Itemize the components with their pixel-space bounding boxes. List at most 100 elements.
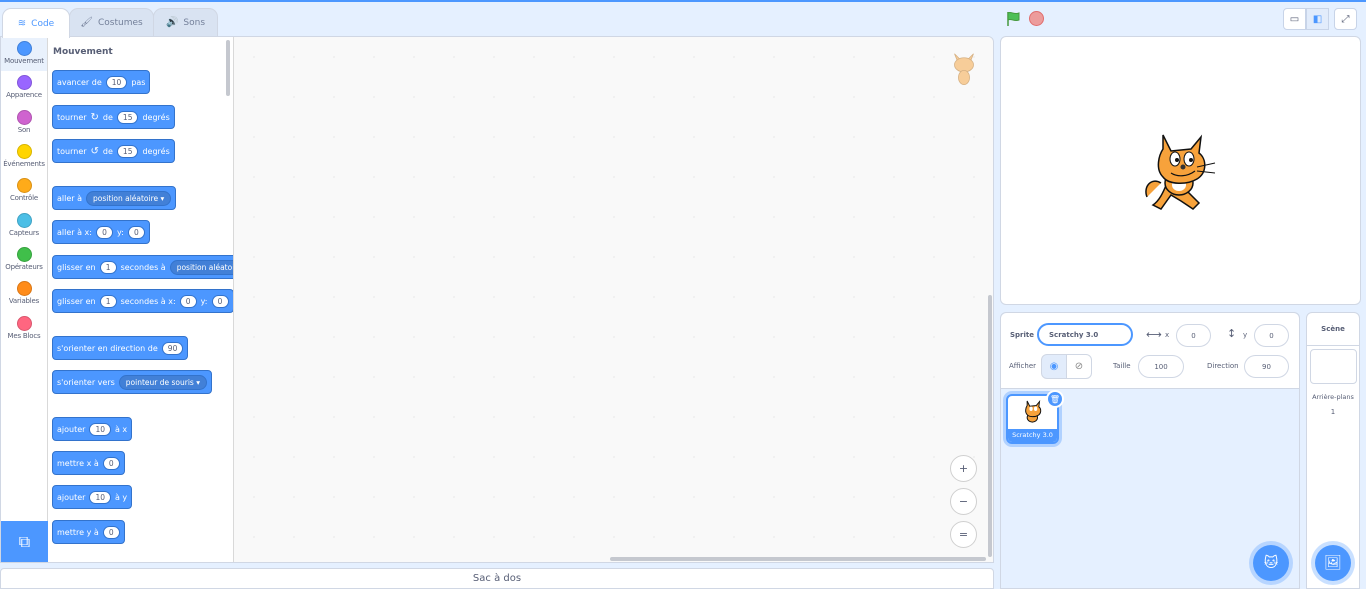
fullscreen-icon: ⤢ xyxy=(1341,13,1350,25)
trash-icon: 🗑 xyxy=(1049,394,1061,404)
block-dropdown[interactable]: position aléatoire ▾ xyxy=(86,190,172,206)
block-set-x[interactable]: mettre x à 0 xyxy=(52,451,125,475)
small-stage-button[interactable]: ▭ xyxy=(1283,8,1306,30)
add-sprite-button[interactable]: 🐱 xyxy=(1253,545,1289,581)
image-add-icon: 🖼 xyxy=(1324,555,1342,571)
sprite-name-input[interactable]: Scratchy 3.0 xyxy=(1037,323,1133,346)
category-dot xyxy=(16,213,32,228)
small-stage-icon: ▭ xyxy=(1289,13,1300,25)
category-sensing[interactable]: Capteurs xyxy=(1,209,47,243)
block-goto-xy[interactable]: aller à x: 0 y: 0 xyxy=(52,220,150,244)
green-flag-button[interactable] xyxy=(1005,11,1021,27)
block-change-x[interactable]: ajouter 10 à x xyxy=(52,417,133,441)
category-my-blocks[interactable]: Mes Blocs xyxy=(1,312,47,346)
category-dot xyxy=(16,41,32,56)
block-dropdown[interactable]: position aléatoire xyxy=(169,259,233,275)
block-point-towards[interactable]: s'orienter vers pointeur de souris ▾ xyxy=(52,370,212,394)
block-turn-left[interactable]: tourner ↺ de 15 degrés xyxy=(52,139,175,163)
hide-button[interactable]: ⊘ xyxy=(1066,354,1092,379)
zoom-reset-button[interactable]: = xyxy=(950,521,977,548)
block-glide[interactable]: glisser en 1 secondes à position aléatoi… xyxy=(52,255,233,279)
zoom-in-icon: + xyxy=(958,462,969,475)
block-input[interactable]: 1 xyxy=(99,260,117,274)
block-input[interactable]: 90 xyxy=(161,341,184,355)
category-operators[interactable]: Opérateurs xyxy=(1,243,47,277)
visibility-toggle: ◉ ⊘ xyxy=(1041,354,1092,379)
sprite-tile-name: Scratchy 3.0 xyxy=(1008,429,1057,442)
normal-stage-icon: ◧ xyxy=(1312,13,1323,25)
code-editor: Mouvement Apparence Son Événements Contr… xyxy=(0,36,994,563)
tab-code[interactable]: ≋ Code xyxy=(2,8,70,38)
speaker-icon: 🔊 xyxy=(165,17,179,28)
block-input[interactable]: 15 xyxy=(116,144,139,158)
category-dot xyxy=(16,110,32,125)
workspace-vertical-scrollbar[interactable] xyxy=(988,295,992,557)
category-sound[interactable]: Son xyxy=(1,106,47,140)
zoom-out-icon: − xyxy=(958,495,969,508)
zoom-out-button[interactable]: − xyxy=(950,488,977,515)
workspace-horizontal-scrollbar[interactable] xyxy=(610,557,986,561)
y-position-input[interactable]: 0 xyxy=(1254,324,1289,347)
zoom-in-button[interactable]: + xyxy=(950,455,977,482)
show-label: Afficher xyxy=(1009,362,1037,370)
block-input[interactable]: 0 xyxy=(179,294,197,308)
eye-icon: ◉ xyxy=(1049,361,1059,372)
block-change-y[interactable]: ajouter 10 à y xyxy=(52,485,133,509)
tab-sounds[interactable]: 🔊 Sons xyxy=(153,8,218,36)
direction-input[interactable]: 90 xyxy=(1244,355,1289,378)
cat-thumbnail xyxy=(1025,400,1042,423)
delete-sprite-button[interactable]: 🗑 xyxy=(1046,390,1064,408)
x-label: x xyxy=(1165,331,1170,339)
block-dropdown[interactable]: pointeur de souris ▾ xyxy=(118,374,207,390)
code-icon: ≋ xyxy=(17,18,27,29)
category-motion[interactable]: Mouvement xyxy=(1,37,47,71)
y-label: y xyxy=(1243,331,1248,339)
backdrops-count: 1 xyxy=(1330,408,1336,416)
category-events[interactable]: Événements xyxy=(1,140,47,174)
block-input[interactable]: 10 xyxy=(105,75,128,89)
block-input[interactable]: 15 xyxy=(116,110,139,124)
block-palette: Mouvement avancer de 10 pas tourner ↻ de… xyxy=(48,37,234,562)
fullscreen-button[interactable]: ⤢ xyxy=(1334,8,1357,30)
category-dot xyxy=(16,144,32,159)
brush-icon: 🖌 xyxy=(80,17,93,28)
stage-canvas[interactable] xyxy=(1000,36,1361,305)
tab-costumes[interactable]: 🖌 Costumes xyxy=(69,8,154,36)
block-input[interactable]: 0 xyxy=(127,225,145,239)
category-variables[interactable]: Variables xyxy=(1,277,47,311)
cat-add-icon: 🐱 xyxy=(1263,555,1279,571)
size-input[interactable]: 100 xyxy=(1138,355,1184,378)
category-control[interactable]: Contrôle xyxy=(1,174,47,208)
category-dot xyxy=(16,316,32,331)
palette-scrollbar[interactable] xyxy=(226,40,230,96)
stage-thumbnail xyxy=(1310,349,1357,384)
add-extension-button[interactable]: ⧉ xyxy=(1,521,48,562)
script-workspace[interactable]: + − = xyxy=(234,37,993,562)
block-input[interactable]: 0 xyxy=(95,225,113,239)
normal-stage-button[interactable]: ◧ xyxy=(1306,8,1329,30)
block-glide-xy[interactable]: glisser en 1 secondes à x: 0 y: 0 xyxy=(52,289,233,313)
block-point-direction[interactable]: s'orienter en direction de 90 xyxy=(52,336,189,360)
block-set-y[interactable]: mettre y à 0 xyxy=(52,520,125,544)
block-goto[interactable]: aller à position aléatoire ▾ xyxy=(52,186,177,210)
cat-sprite[interactable] xyxy=(1141,131,1221,213)
size-label: Taille xyxy=(1113,362,1131,370)
backpack-bar[interactable]: Sac à dos xyxy=(0,568,994,589)
stop-button[interactable] xyxy=(1029,11,1044,26)
block-input[interactable]: 10 xyxy=(89,490,111,504)
backdrops-label: Arrière-plans xyxy=(1312,393,1354,401)
show-button[interactable]: ◉ xyxy=(1041,354,1067,379)
block-input[interactable]: 1 xyxy=(99,294,117,308)
block-input[interactable]: 0 xyxy=(211,294,229,308)
x-position-input[interactable]: 0 xyxy=(1176,324,1211,347)
zoom-reset-icon: = xyxy=(958,528,969,541)
y-arrows-icon: ↕ xyxy=(1227,327,1237,340)
block-move-steps[interactable]: avancer de 10 pas xyxy=(52,70,151,94)
category-looks[interactable]: Apparence xyxy=(1,71,47,105)
block-turn-right[interactable]: tourner ↻ de 15 degrés xyxy=(52,105,175,129)
add-backdrop-button[interactable]: 🖼 xyxy=(1315,545,1351,581)
palette-title: Mouvement xyxy=(53,47,113,57)
block-input[interactable]: 0 xyxy=(102,456,120,470)
block-input[interactable]: 10 xyxy=(89,422,111,436)
block-input[interactable]: 0 xyxy=(102,525,120,539)
